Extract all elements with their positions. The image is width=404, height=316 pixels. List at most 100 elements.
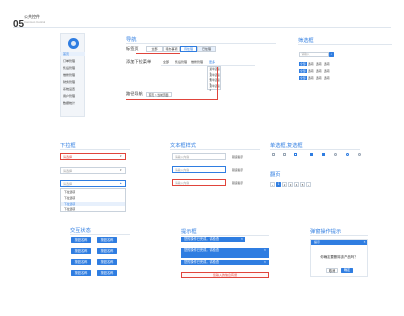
- radio[interactable]: [334, 153, 337, 156]
- pager-page[interactable]: 5: [300, 182, 305, 187]
- sidebar-item[interactable]: 系统设置: [60, 87, 85, 91]
- page-header: 05: [13, 14, 24, 32]
- filter-chip[interactable]: 选项: [308, 76, 314, 80]
- state-button[interactable]: 按钮名称: [97, 270, 117, 276]
- filter-chip[interactable]: 选项: [308, 62, 314, 66]
- filter-chip[interactable]: 选项: [316, 62, 322, 66]
- filter-chip-active[interactable]: 全部: [299, 69, 307, 73]
- select-option[interactable]: 下拉选项: [61, 190, 125, 194]
- dialog-header: 提示: [311, 240, 367, 245]
- state-button[interactable]: 按钮名称: [97, 237, 117, 243]
- select-options: 下拉选项 下拉选项 下拉选项 下拉选项: [60, 188, 126, 212]
- filter-chip[interactable]: 选项: [308, 69, 314, 73]
- radio-checked[interactable]: [346, 153, 349, 156]
- breadcrumb-label: 路径导航: [126, 91, 143, 96]
- sidebar-item[interactable]: 用户管理: [60, 94, 85, 98]
- dropdown-menu-item[interactable]: 菜单选项3: [208, 79, 220, 86]
- select-option[interactable]: 下拉选项: [61, 196, 125, 200]
- close-icon[interactable]: ×: [364, 240, 366, 245]
- filter-title: 筛选框: [298, 38, 314, 44]
- state-button[interactable]: 按钮名称: [71, 270, 91, 276]
- select-error[interactable]: 请选择: [60, 153, 126, 160]
- filter-chip[interactable]: 选项: [324, 62, 330, 66]
- filter-search-button[interactable]: ⌕: [329, 52, 334, 57]
- sidebar-item[interactable]: 订单管理: [60, 59, 85, 63]
- avatar-face-icon: [71, 41, 76, 46]
- pager-prev-icon[interactable]: ‹: [270, 182, 275, 187]
- select-option-highlighted[interactable]: 下拉选项: [61, 201, 125, 206]
- state-button[interactable]: 按钮名称: [71, 248, 91, 254]
- checkbox-hover[interactable]: [294, 153, 297, 156]
- sidebar-menu: 首页 订单管理 售后管理 维修管理 财务管理 系统设置 用户管理 数据统计: [60, 52, 85, 116]
- sidebar-item[interactable]: 售后管理: [60, 66, 85, 70]
- state-button[interactable]: 按钮名称: [71, 259, 91, 265]
- header-divider: [13, 27, 391, 28]
- dialog-cancel-button[interactable]: 取消: [326, 268, 338, 273]
- prompt-banner: 您的操作已完成，请检查: [181, 260, 269, 265]
- tab-indicator: [136, 53, 180, 54]
- dropdown-item[interactable]: 维修管理: [191, 60, 203, 64]
- prompt-banner: 您的操作已完成，请检查: [181, 248, 269, 258]
- pager-page[interactable]: 4: [294, 182, 299, 187]
- filter-chip[interactable]: 选项: [324, 69, 330, 73]
- dropdown-menu-item[interactable]: 菜单选项4: [208, 85, 220, 92]
- tab-bar: 全部 待办事项 待处理 已处理: [146, 46, 216, 52]
- sidebar-item[interactable]: 数据统计: [60, 101, 85, 105]
- choice-title: 单选框,复选框: [270, 143, 303, 149]
- filter-chip[interactable]: 选项: [316, 69, 322, 73]
- state-button[interactable]: 按钮名称: [97, 259, 117, 265]
- buttons-title: 交互状态: [70, 228, 91, 234]
- checkbox[interactable]: [283, 153, 286, 156]
- filter-divider: [298, 44, 392, 45]
- text-input-focused[interactable]: 请输入内容: [172, 166, 226, 173]
- dialog-message: 你确定要删除该产品吗？: [320, 255, 358, 259]
- nav-divider: [126, 43, 276, 44]
- prompt-banner: 您的操作已完成，请检查: [181, 237, 245, 242]
- pager-next-icon[interactable]: ›: [306, 182, 311, 187]
- filter-chip[interactable]: 选项: [324, 76, 330, 80]
- select-open[interactable]: 请选择: [60, 180, 126, 187]
- dialog-divider: [310, 235, 368, 236]
- filter-chip[interactable]: 选项: [316, 76, 322, 80]
- dialog-ok-button[interactable]: 确定: [341, 268, 353, 273]
- pager-title: 翻页: [270, 172, 281, 178]
- dropdown-item-active[interactable]: 更多: [209, 60, 215, 64]
- dropdown-menu-item[interactable]: 菜单选项2: [208, 74, 220, 81]
- pager-page-active[interactable]: 1: [276, 182, 281, 187]
- sidebar-item[interactable]: 首页: [60, 52, 85, 56]
- select-input[interactable]: 请选择: [60, 167, 126, 174]
- select-option[interactable]: 下拉选项: [61, 207, 125, 211]
- sidebar-item[interactable]: 维修管理: [60, 73, 85, 77]
- radio[interactable]: [358, 153, 361, 156]
- text-input-error[interactable]: 请输入内容: [172, 179, 226, 186]
- filter-search-input[interactable]: 请输入: [299, 52, 329, 57]
- sidebar-item[interactable]: 财务管理: [60, 80, 85, 84]
- filter-options: 全部 选项 选项 选项 全部 选项 选项 选项 全部 选项 选项 选项: [298, 62, 390, 86]
- dropdown-bar: 全部 售后管理 维修管理 更多: [161, 59, 255, 66]
- dropdown-indicator: [217, 67, 218, 99]
- dropdown-item[interactable]: 全部: [163, 60, 169, 64]
- breadcrumb[interactable]: 首页 > 当前页面: [146, 92, 172, 97]
- buttons-divider: [70, 234, 130, 235]
- state-button[interactable]: 按钮名称: [71, 237, 91, 243]
- nav-title: 导航: [126, 37, 137, 43]
- checkbox-checked[interactable]: [322, 153, 325, 156]
- text-input[interactable]: 请输入内容: [172, 153, 226, 160]
- filter-chip-active[interactable]: 全部: [299, 76, 307, 80]
- pager-page[interactable]: 2: [282, 182, 287, 187]
- dropdown-item[interactable]: 售后管理: [175, 60, 187, 64]
- tab-item[interactable]: 待办事项: [163, 46, 180, 52]
- text-hint: 错误提示: [232, 180, 244, 185]
- state-button[interactable]: 按钮名称: [97, 248, 117, 254]
- checkbox[interactable]: [272, 153, 275, 156]
- tab-item[interactable]: 已处理: [197, 46, 216, 52]
- dropdown-menu-item[interactable]: 菜单选项1: [208, 68, 220, 75]
- pager-page[interactable]: 3: [288, 182, 293, 187]
- tab-item[interactable]: 全部: [146, 46, 163, 52]
- dialog: 提示 × 你确定要删除该产品吗？ 取消 确定: [310, 239, 368, 277]
- tab-item-active[interactable]: 待处理: [180, 46, 197, 52]
- filter-chip-active[interactable]: 全部: [299, 62, 307, 66]
- checkbox-checked[interactable]: [310, 153, 313, 156]
- tab-label: 标签页: [126, 46, 139, 51]
- section-number: 05: [13, 19, 25, 30]
